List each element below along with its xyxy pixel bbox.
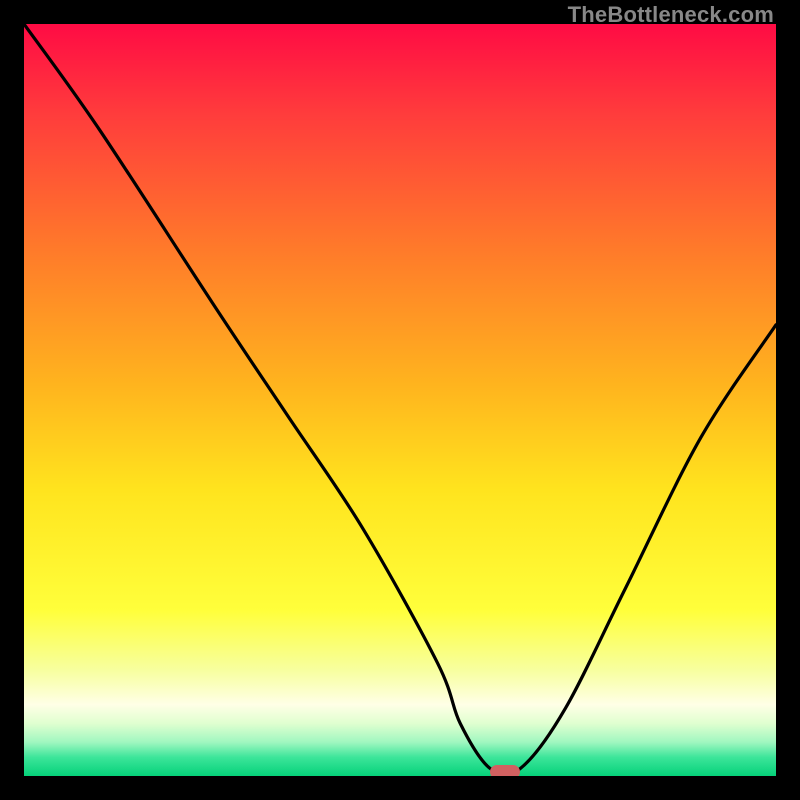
curve-path (24, 24, 776, 775)
optimal-marker (490, 765, 520, 776)
plot-area (24, 24, 776, 776)
watermark-text: TheBottleneck.com (568, 2, 774, 28)
bottleneck-curve (24, 24, 776, 776)
bottleneck-chart: TheBottleneck.com (0, 0, 800, 800)
